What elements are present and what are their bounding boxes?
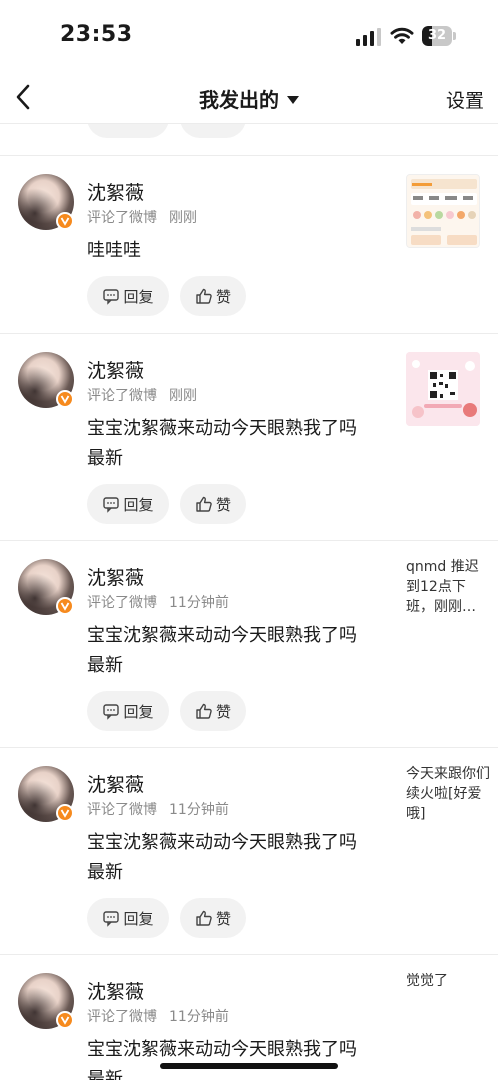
comment-bubble-icon <box>103 911 120 927</box>
comment-action: 评论了微博 <box>87 1009 157 1025</box>
settings-button[interactable]: 设置 <box>446 86 484 113</box>
comment-item[interactable]: 沈絮薇 评论了微博 11分钟前 宝宝沈絮薇来动动今天眼熟我了吗 最新 回复 赞 今… <box>0 748 498 955</box>
status-time: 23:53 <box>60 22 133 47</box>
previous-item-actions <box>0 124 498 156</box>
comment-meta: 评论了微博 11分钟前 <box>87 592 229 612</box>
comment-bubble-icon <box>103 704 120 720</box>
like-button[interactable] <box>180 124 246 138</box>
wifi-icon <box>390 27 414 44</box>
thumbs-up-icon <box>196 910 212 926</box>
comment-feed: 沈絮薇 评论了微博 刚刚 哇哇哇 回复 赞 沈絮薇 评论了微博 刚刚 宝宝沈絮薇… <box>0 156 498 1080</box>
user-name[interactable]: 沈絮薇 <box>87 977 144 1004</box>
verified-badge-icon <box>56 1011 74 1029</box>
like-button[interactable]: 赞 <box>180 484 246 524</box>
weibo-preview-text[interactable]: 觉觉了 <box>406 971 490 991</box>
comment-action: 评论了微博 <box>87 802 157 818</box>
reply-button[interactable]: 回复 <box>87 484 169 524</box>
comment-action: 评论了微博 <box>87 388 157 404</box>
comment-action: 评论了微博 <box>87 595 157 611</box>
weibo-preview-text[interactable]: qnmd 推迟到12点下班，刚刚… <box>406 557 490 617</box>
like-button[interactable]: 赞 <box>180 276 246 316</box>
caret-down-icon <box>287 95 299 104</box>
comment-meta: 评论了微博 11分钟前 <box>87 1006 229 1026</box>
like-button[interactable]: 赞 <box>180 691 246 731</box>
qr-card-image <box>406 352 480 426</box>
user-name[interactable]: 沈絮薇 <box>87 770 144 797</box>
comment-time: 11分钟前 <box>169 1009 229 1025</box>
comment-time: 刚刚 <box>169 388 197 404</box>
user-name[interactable]: 沈絮薇 <box>87 178 144 205</box>
comment-meta: 评论了微博 刚刚 <box>87 207 197 227</box>
verified-badge-icon <box>56 597 74 615</box>
reply-button[interactable] <box>87 124 169 138</box>
comment-item[interactable]: 沈絮薇 评论了微博 刚刚 宝宝沈絮薇来动动今天眼熟我了吗 最新 回复 赞 <box>0 334 498 541</box>
comment-text: 宝宝沈絮薇来动动今天眼熟我了吗 最新 <box>87 832 357 883</box>
page-title-dropdown[interactable]: 我发出的 <box>0 84 498 113</box>
status-bar: 23:53 32 <box>0 0 498 72</box>
reply-button[interactable]: 回复 <box>87 276 169 316</box>
user-name[interactable]: 沈絮薇 <box>87 356 144 383</box>
weibo-preview-thumbnail[interactable] <box>406 352 480 426</box>
comment-bubble-icon <box>103 289 120 305</box>
nav-bar: 我发出的 设置 <box>0 72 498 124</box>
comment-text: 宝宝沈絮薇来动动今天眼熟我了吗 最新 <box>87 418 357 469</box>
battery-level: 32 <box>427 28 447 43</box>
comment-action: 评论了微博 <box>87 210 157 226</box>
verified-badge-icon <box>56 804 74 822</box>
comment-time: 刚刚 <box>169 210 197 226</box>
comment-text: 哇哇哇 <box>87 240 141 261</box>
comment-meta: 评论了微博 刚刚 <box>87 385 197 405</box>
comment-time: 11分钟前 <box>169 802 229 818</box>
user-name[interactable]: 沈絮薇 <box>87 563 144 590</box>
thumbs-up-icon <box>196 703 212 719</box>
weibo-preview-thumbnail[interactable] <box>406 174 480 248</box>
stats-screenshot-image <box>407 175 479 247</box>
reply-button[interactable]: 回复 <box>87 898 169 938</box>
comment-item[interactable]: 沈絮薇 评论了微博 刚刚 哇哇哇 回复 赞 <box>0 156 498 334</box>
thumbs-up-icon <box>196 496 212 512</box>
comment-bubble-icon <box>103 497 120 513</box>
weibo-preview-text[interactable]: 今天来跟你们续火啦[好爱哦] <box>406 764 490 824</box>
comment-meta: 评论了微博 11分钟前 <box>87 799 229 819</box>
like-button[interactable]: 赞 <box>180 898 246 938</box>
thumbs-up-icon <box>196 288 212 304</box>
comment-item[interactable]: 沈絮薇 评论了微博 11分钟前 宝宝沈絮薇来动动今天眼熟我了吗 最新 觉觉了 <box>0 955 498 1080</box>
comment-text: 宝宝沈絮薇来动动今天眼熟我了吗 最新 <box>87 1039 357 1080</box>
page-title: 我发出的 <box>199 88 279 112</box>
comment-item[interactable]: 沈絮薇 评论了微博 11分钟前 宝宝沈絮薇来动动今天眼熟我了吗 最新 回复 赞 q… <box>0 541 498 748</box>
comment-time: 11分钟前 <box>169 595 229 611</box>
cellular-signal-icon <box>356 28 381 46</box>
verified-badge-icon <box>56 390 74 408</box>
verified-badge-icon <box>56 212 74 230</box>
battery-indicator: 32 <box>422 26 456 46</box>
reply-button[interactable]: 回复 <box>87 691 169 731</box>
home-indicator[interactable] <box>160 1063 338 1069</box>
comment-text: 宝宝沈絮薇来动动今天眼熟我了吗 最新 <box>87 625 357 676</box>
